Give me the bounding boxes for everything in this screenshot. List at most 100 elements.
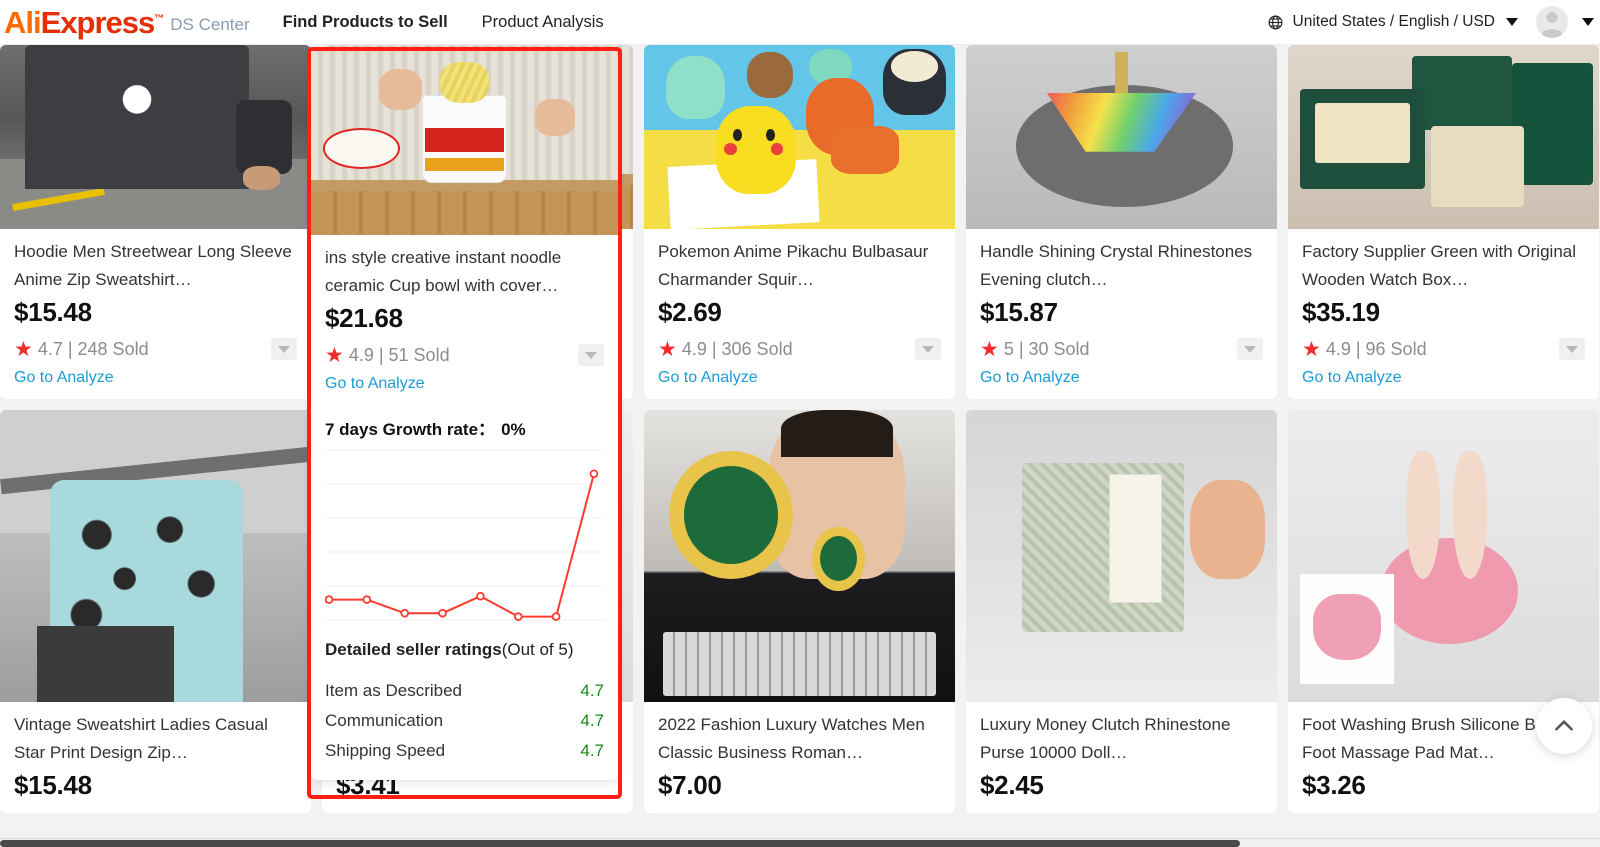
product-price: $2.45 [980,770,1044,800]
rating-text: 4.7 | 248 Sold [37,338,149,359]
rating-label: Item as Described [325,681,462,700]
product-image[interactable] [966,45,1277,229]
detailed-seller-ratings-list: Item as Described 4.7 Communication 4.7 … [325,676,604,766]
chevron-down-icon [1244,345,1256,353]
caret-down-icon[interactable] [1506,18,1518,26]
locale-selector-label[interactable]: United States / English / USD [1293,13,1495,31]
scroll-to-top-button[interactable] [1536,698,1592,754]
go-to-analyze-link[interactable]: Go to Analyze [325,375,425,393]
rating-row: Communication 4.7 [325,706,604,736]
nav-product-analysis[interactable]: Product Analysis [482,13,604,32]
rating-text: 4.9 | 51 Sold [348,344,450,365]
product-price: $21.68 [325,303,403,333]
go-to-analyze-link[interactable]: Go to Analyze [1302,369,1402,387]
star-icon: ★ [658,337,677,361]
product-image[interactable] [966,410,1277,702]
dsr-title-rest: (Out of 5) [501,640,574,659]
product-price: $15.48 [14,297,92,327]
chevron-up-icon [1555,720,1573,731]
product-rating-row: ★ 4.9 | 306 Sold [658,338,941,360]
app-header: AliExpress™ DS Center Find Products to S… [0,0,1600,45]
go-to-analyze-link[interactable]: Go to Analyze [980,369,1080,387]
product-image[interactable] [0,45,311,229]
product-price: $7.00 [658,770,722,800]
star-icon: ★ [980,337,999,361]
growth-rate-label: 7 days Growth rate： [325,420,496,439]
product-title[interactable]: Luxury Money Clutch Rhinestone Purse 100… [980,711,1263,767]
detailed-seller-ratings-title: Detailed seller ratings(Out of 5) [325,636,604,664]
star-icon: ★ [1302,337,1321,361]
rating-label: Shipping Speed [325,741,446,760]
product-price: $2.69 [658,297,722,327]
product-card[interactable]: Luxury Money Clutch Rhinestone Purse 100… [966,410,1277,813]
product-card[interactable]: Vintage Sweatshirt Ladies Casual Star Pr… [0,410,311,813]
product-image[interactable] [1288,410,1599,702]
product-price: $15.87 [980,297,1058,327]
product-rating-row: ★ 4.9 | 96 Sold [1302,338,1585,360]
aliexpress-logo[interactable]: AliExpress™ DS Center [0,7,250,38]
expand-details-button[interactable] [1559,338,1585,360]
chevron-down-icon [585,351,597,359]
product-price: $15.48 [14,770,92,800]
product-rating-row: ★ 4.9 | 51 Sold [325,344,604,366]
product-rating-row: ★ 4.7 | 248 Sold [14,338,297,360]
rating-value: 4.7 [580,711,604,730]
product-card[interactable]: Hoodie Men Streetwear Long Sleeve Anime … [0,45,311,399]
product-title[interactable]: Handle Shining Crystal Rhinestones Eveni… [980,238,1263,294]
product-card[interactable]: Factory Supplier Green with Original Woo… [1288,45,1599,399]
product-image[interactable] [644,410,955,702]
product-title[interactable]: 2022 Fashion Luxury Watches Men Classic … [658,711,941,767]
product-rating-row: ★ 5 | 30 Sold [980,338,1263,360]
rating-text: 4.9 | 96 Sold [1325,338,1427,359]
go-to-analyze-link[interactable]: Go to Analyze [658,369,758,387]
product-card[interactable]: Handle Shining Crystal Rhinestones Eveni… [966,45,1277,399]
growth-rate-sparkline-chart [325,449,604,621]
account-chevron-down-icon[interactable] [1582,18,1594,26]
rating-text: 5 | 30 Sold [1003,338,1090,359]
product-image[interactable] [644,45,955,229]
avatar[interactable] [1536,6,1568,38]
product-title[interactable]: ins style creative instant noodle cerami… [325,244,604,300]
collapse-details-button[interactable] [578,344,604,366]
product-image[interactable] [1288,45,1599,229]
product-grid: Hoodie Men Streetwear Long Sleeve Anime … [0,45,1600,840]
chevron-down-icon [278,345,290,353]
rating-value: 4.7 [580,681,604,700]
star-icon: ★ [325,343,344,367]
product-title[interactable]: Vintage Sweatshirt Ladies Casual Star Pr… [14,711,297,767]
horizontal-scrollbar[interactable] [0,838,1600,847]
expand-details-button[interactable] [271,338,297,360]
product-row-2: Vintage Sweatshirt Ladies Casual Star Pr… [0,410,1600,813]
product-price: $3.26 [1302,770,1366,800]
growth-rate-row: 7 days Growth rate： 0% [325,405,604,444]
chevron-down-icon [922,345,934,353]
product-title[interactable]: Hoodie Men Streetwear Long Sleeve Anime … [14,238,297,294]
star-icon: ★ [14,337,33,361]
go-to-analyze-link[interactable]: Go to Analyze [14,369,114,387]
growth-rate-value: 0% [501,420,526,439]
ds-center-label: DS Center [170,14,250,34]
scrollbar-thumb[interactable] [0,840,1240,847]
product-price: $35.19 [1302,297,1380,327]
rating-row: Item as Described 4.7 [325,676,604,706]
rating-label: Communication [325,711,444,730]
rating-text: 4.9 | 306 Sold [681,338,793,359]
product-row-1: Hoodie Men Streetwear Long Sleeve Anime … [0,45,1600,399]
rating-value: 4.7 [580,741,604,760]
expand-details-button[interactable] [915,338,941,360]
chevron-down-icon [1566,345,1578,353]
dsr-title-bold: Detailed seller ratings [325,640,502,659]
product-card[interactable]: Pokemon Anime Pikachu Bulbasaur Charmand… [644,45,955,399]
product-title[interactable]: Factory Supplier Green with Original Woo… [1302,238,1585,294]
expand-details-button[interactable] [1237,338,1263,360]
product-card[interactable]: Foot Washing Brush Silicone Bath Foot Ma… [1288,410,1599,813]
product-card[interactable]: 2022 Fashion Luxury Watches Men Classic … [644,410,955,813]
product-image[interactable] [311,51,618,235]
header-right-controls: United States / English / USD [1267,6,1600,38]
product-title[interactable]: Pokemon Anime Pikachu Bulbasaur Charmand… [658,238,941,294]
nav-find-products-to-sell[interactable]: Find Products to Sell [283,13,448,32]
product-image[interactable] [0,410,311,702]
globe-icon [1267,14,1284,31]
main-nav: Find Products to Sell Product Analysis [283,13,604,32]
expanded-product-card[interactable]: ins style creative instant noodle cerami… [311,51,618,780]
